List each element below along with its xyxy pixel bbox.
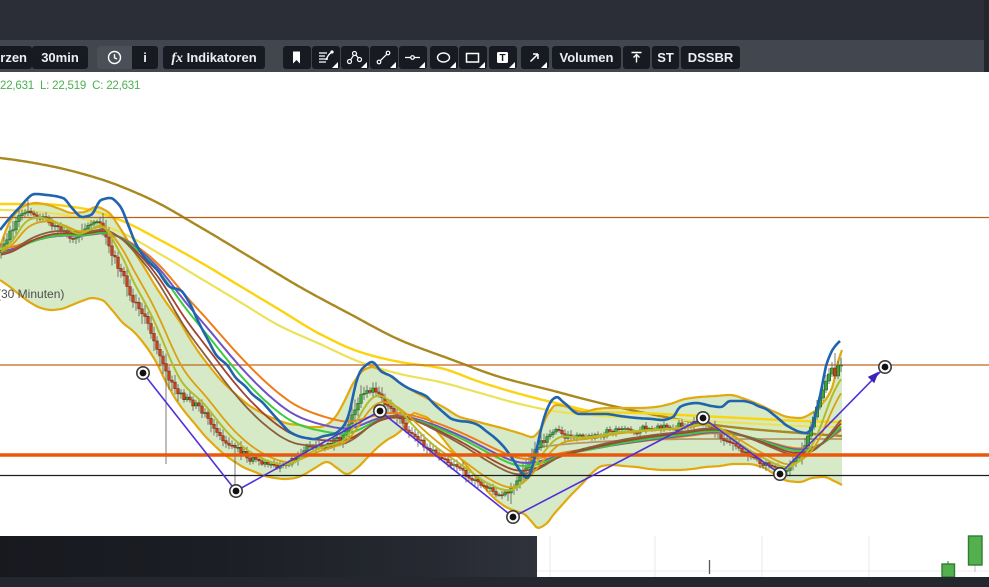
svg-text:T: T — [500, 53, 506, 64]
